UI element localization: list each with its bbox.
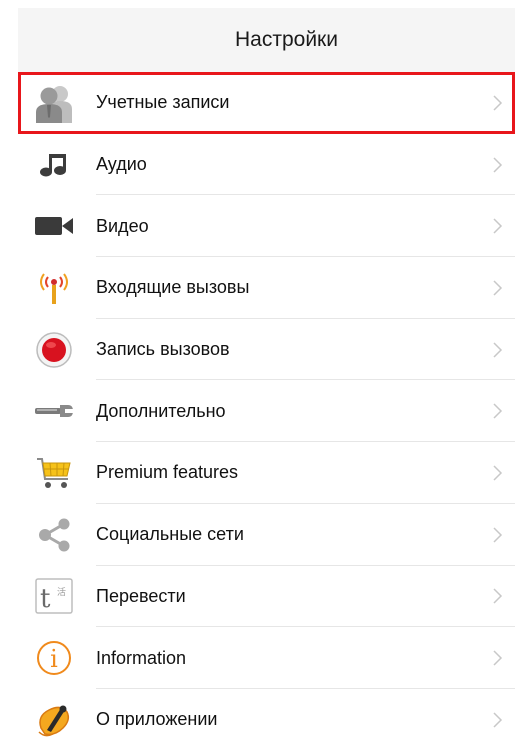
settings-item-call-recording[interactable]: Запись вызовов — [18, 319, 515, 381]
settings-item-incoming-calls[interactable]: Входящие вызовы — [18, 257, 515, 319]
chevron-right-icon — [489, 527, 507, 543]
settings-item-label: Видео — [96, 215, 149, 236]
svg-text:i: i — [50, 645, 58, 673]
settings-item-premium[interactable]: Premium features — [18, 442, 515, 504]
chevron-right-icon — [489, 342, 507, 358]
settings-item-translate[interactable]: t 活 Перевести — [18, 566, 515, 628]
navigation-bar: Настройки — [18, 8, 515, 73]
chevron-right-icon — [489, 157, 507, 173]
settings-item-label: Запись вызовов — [96, 339, 230, 360]
settings-item-label: Входящие вызовы — [96, 277, 250, 298]
settings-item-label: Социальные сети — [96, 524, 244, 545]
settings-item-label: Premium features — [96, 462, 239, 483]
chevron-right-icon — [489, 280, 507, 296]
share-icon — [34, 515, 74, 555]
chevron-right-icon — [489, 95, 507, 111]
settings-item-advanced[interactable]: Дополнительно — [18, 380, 515, 442]
chevron-right-icon — [489, 218, 507, 234]
shopping-cart-icon — [34, 453, 74, 493]
music-note-icon — [34, 145, 74, 185]
svg-text:活: 活 — [57, 586, 66, 598]
video-camera-icon — [34, 206, 74, 246]
svg-text:t: t — [40, 584, 51, 614]
info-icon: i — [34, 638, 74, 678]
translate-icon: t 活 — [34, 576, 74, 616]
chevron-right-icon — [489, 588, 507, 604]
chevron-right-icon — [489, 650, 507, 666]
chevron-right-icon — [489, 712, 507, 728]
settings-item-social[interactable]: Социальные сети — [18, 504, 515, 566]
page-title: Настройки — [235, 28, 338, 51]
settings-item-label: Перевести — [96, 585, 186, 606]
settings-item-information[interactable]: i Information — [18, 627, 515, 689]
record-icon — [34, 330, 74, 370]
settings-item-label: Information — [96, 647, 187, 668]
settings-item-label: Дополнительно — [96, 400, 226, 421]
wrench-icon — [34, 391, 74, 431]
settings-item-label: Учетные записи — [96, 92, 230, 113]
accounts-icon — [34, 83, 74, 123]
settings-item-audio[interactable]: Аудио — [18, 134, 515, 196]
settings-item-accounts[interactable]: Учетные записи — [18, 72, 515, 134]
settings-item-label: О приложении — [96, 709, 218, 730]
chevron-right-icon — [489, 403, 507, 419]
antenna-icon — [34, 268, 74, 308]
settings-item-video[interactable]: Видео — [18, 195, 515, 257]
settings-item-label: Аудио — [96, 154, 147, 175]
chevron-right-icon — [489, 465, 507, 481]
settings-list: Учетные записи Аудио Видео Входящие вызо… — [18, 72, 515, 751]
app-logo-icon — [34, 700, 74, 740]
settings-item-about[interactable]: О приложении — [18, 689, 515, 751]
